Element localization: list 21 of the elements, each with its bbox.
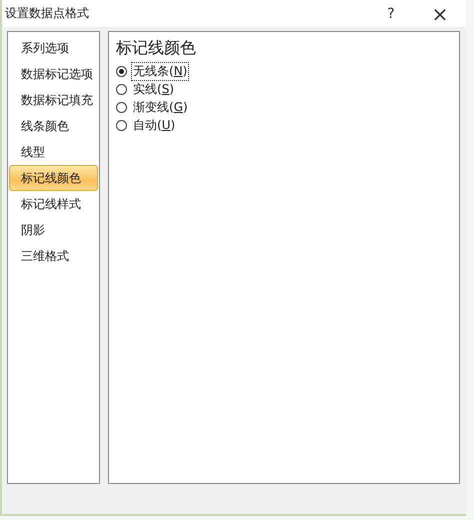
help-button[interactable]: ? [368,0,414,27]
radio-button[interactable] [116,84,127,94]
radio-button[interactable] [116,66,127,76]
category-item[interactable]: 标记线颜色 [9,165,98,191]
category-item[interactable]: 线型 [9,139,98,165]
category-item[interactable]: 系列选项 [9,35,98,61]
category-item[interactable]: 标记线样式 [9,191,98,217]
window-title: 设置数据点格式 [5,5,90,22]
panel-heading: 标记线颜色 [116,38,197,59]
option-label[interactable]: 无线条(N) [131,62,190,80]
category-item[interactable]: 阴影 [9,217,98,243]
category-item[interactable]: 线条颜色 [9,113,98,139]
category-item[interactable]: 数据标记选项 [9,61,98,87]
option-label[interactable]: 自动(U) [131,116,178,134]
option-label[interactable]: 渐变线(G) [131,98,190,116]
category-item[interactable]: 三维格式 [9,243,98,269]
radio-button[interactable] [116,120,127,130]
radio-button[interactable] [116,102,127,112]
category-item[interactable]: 数据标记填充 [9,87,98,113]
close-button[interactable]: × [414,0,466,27]
option-label[interactable]: 实线(S) [131,80,176,98]
